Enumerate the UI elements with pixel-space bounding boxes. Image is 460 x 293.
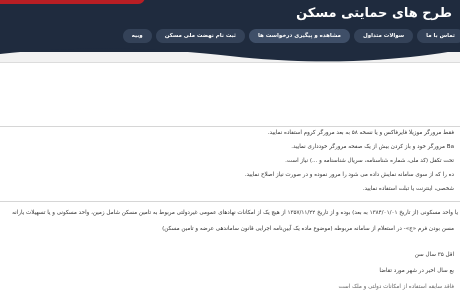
header-wave-divider [0, 44, 460, 62]
conditions-intro-2: مسن بودن فرم «ج»- در استعلام از سامانه م… [162, 226, 454, 232]
main-nav: وبیه ثبت نام نهضت ملی مسکن مشاهده و پیگی… [122, 29, 460, 43]
main-content: فقط مرورگر موزیلا فایرفاکس و یا نسخه ۵۸ … [0, 62, 460, 293]
nav-item-track-requests[interactable]: مشاهده و پیگیری درخواست ها [248, 29, 350, 43]
instruction-line: تحت تکفل (کد ملی، شماره شناسنامه، سریال … [285, 158, 454, 164]
instruction-line: فقط مرورگر موزیلا فایرفاکس و یا نسخه ۵۸ … [267, 130, 454, 136]
instruction-line: شخصی، اینترنت یا تبلت استفاده نمایید. [362, 186, 454, 192]
divider [0, 126, 460, 127]
divider [0, 201, 460, 202]
site-title: طرح های حمایتی مسکن [296, 6, 452, 21]
condition-item: اقل ۳۵ سال سن [414, 252, 454, 258]
conditions-intro: مسکونی یا واحد مسکونی (از تاریخ ۱۳۸۴/۰۱/… [12, 210, 460, 216]
nav-item-contact[interactable]: تماس با ما [417, 29, 460, 43]
condition-item: فاقد سابقه استفاده از امکانات دولتی و مل… [338, 284, 454, 290]
instruction-line: Ba مرورگر خود و باز کردن بیش از یک صفحه … [291, 144, 454, 150]
brand-accent-bar [0, 0, 145, 4]
nav-item-faq[interactable]: سوالات متداول [353, 29, 414, 43]
condition-item: بع سال اخیر در شهر مورد تقاضا [379, 268, 454, 274]
nav-item-register[interactable]: ثبت نام نهضت ملی مسکن [155, 29, 245, 43]
nav-item-home[interactable]: وبیه [122, 29, 152, 43]
instruction-line: ده را که از سوی سامانه نمایش داده می شود… [244, 172, 454, 178]
